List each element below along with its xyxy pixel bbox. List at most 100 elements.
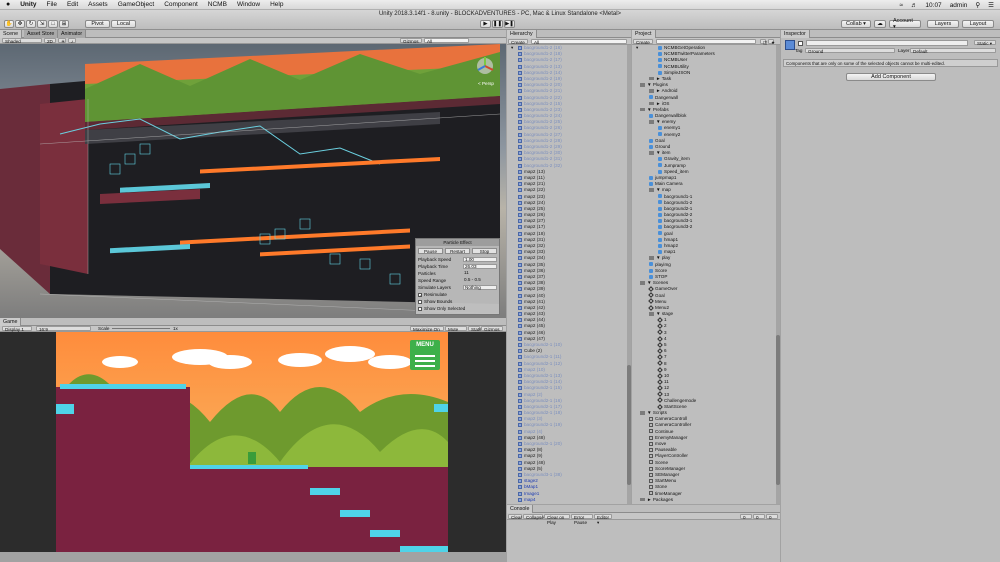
- project-row-label: ► Packages: [647, 496, 673, 502]
- pause-icon[interactable]: ❚❚: [492, 20, 503, 28]
- volume-icon[interactable]: ♬: [911, 2, 918, 9]
- error-count[interactable]: 0: [766, 514, 778, 520]
- apple-icon[interactable]: ●: [6, 1, 10, 8]
- menu-assets[interactable]: Assets: [88, 1, 108, 8]
- tab-animator[interactable]: Animator: [58, 30, 87, 38]
- menu-help[interactable]: Help: [270, 1, 283, 8]
- menu-button[interactable]: MENU: [410, 342, 440, 348]
- project-row-label: ► iOS: [656, 100, 670, 106]
- layout-dropdown[interactable]: Layout: [962, 20, 994, 28]
- tab-console[interactable]: Console: [507, 505, 534, 513]
- console-clear-button[interactable]: Clear: [508, 514, 522, 520]
- tab-asset-store[interactable]: Asset Store: [24, 30, 59, 38]
- scale-tool-icon[interactable]: ⇲: [37, 20, 47, 28]
- tab-game[interactable]: Game: [0, 318, 22, 326]
- pivot-button[interactable]: Pivot: [85, 20, 110, 28]
- audio-icon[interactable]: ♪: [68, 38, 76, 44]
- gameobject-icon: [518, 107, 522, 112]
- hierarchy-search-input[interactable]: All: [531, 39, 627, 45]
- resimulate-checkbox[interactable]: ✓: [418, 292, 422, 297]
- tab-scene[interactable]: Scene: [0, 30, 23, 38]
- prefab-icon: [649, 181, 653, 186]
- play-icon[interactable]: ▶: [480, 20, 491, 28]
- gameobject-icon: [518, 52, 522, 57]
- stats-toggle[interactable]: Stats: [468, 326, 481, 332]
- user-name[interactable]: admin: [950, 2, 968, 9]
- account-button[interactable]: Account ▾: [889, 18, 921, 30]
- collab-button[interactable]: Collab ▾: [841, 20, 871, 28]
- 2d-toggle[interactable]: 2D: [44, 38, 56, 44]
- shading-dropdown[interactable]: Shaded: [2, 38, 42, 44]
- tab-project[interactable]: Project: [632, 30, 656, 38]
- wifi-icon[interactable]: ≈: [899, 2, 903, 9]
- error-pause-toggle[interactable]: Error Pause: [571, 514, 593, 525]
- game-tabbar: Game: [0, 318, 506, 326]
- particle-pause-button[interactable]: Pause: [418, 248, 443, 254]
- warning-count[interactable]: 0: [753, 514, 765, 520]
- menu-app-name[interactable]: Unity: [20, 1, 36, 8]
- clear-on-play-toggle[interactable]: Clear on Play: [544, 514, 570, 525]
- log-count[interactable]: 0: [740, 514, 752, 520]
- static-dropdown[interactable]: Static ▾: [974, 40, 996, 46]
- add-component-button[interactable]: Add Component: [846, 73, 936, 81]
- project-row-label: Jumpramp: [664, 162, 686, 168]
- mute-audio-toggle[interactable]: Mute Audio: [445, 326, 467, 337]
- playback-speed-field[interactable]: 1.00: [463, 257, 497, 262]
- menu-component[interactable]: Component: [164, 1, 198, 8]
- hierarchy-scrollbar[interactable]: [627, 45, 631, 504]
- local-button[interactable]: Local: [111, 20, 136, 28]
- menu-edit[interactable]: Edit: [67, 1, 78, 8]
- particle-stop-button[interactable]: Stop: [472, 248, 497, 254]
- menu-window[interactable]: Window: [237, 1, 260, 8]
- particle-restart-button[interactable]: Restart: [445, 248, 470, 254]
- layers-dropdown[interactable]: Layers: [927, 20, 959, 28]
- cloud-icon[interactable]: ☁: [874, 20, 886, 28]
- project-row-label: Dangerwallblok: [655, 113, 687, 119]
- menu-list-icon[interactable]: ☰: [988, 1, 994, 9]
- maximize-on-play-toggle[interactable]: Maximize On Play: [410, 326, 444, 337]
- hierarchy-create-dropdown[interactable]: Create ▾: [508, 39, 528, 50]
- simulate-layers-dropdown[interactable]: Nothing: [463, 285, 497, 290]
- tab-hierarchy[interactable]: Hierarchy: [507, 30, 537, 38]
- show-bounds-checkbox[interactable]: [418, 299, 422, 304]
- game-gizmos-dropdown[interactable]: Gizmos ▾: [481, 326, 503, 337]
- display-dropdown[interactable]: Display 1: [2, 326, 32, 332]
- scene-icon: [657, 397, 663, 404]
- move-tool-icon[interactable]: ✥: [15, 20, 25, 28]
- aspect-dropdown[interactable]: 16:9: [36, 326, 91, 332]
- scale-slider[interactable]: [112, 328, 170, 329]
- star-icon[interactable]: ★: [768, 39, 775, 45]
- menu-file[interactable]: File: [46, 1, 56, 8]
- scene-search-input[interactable]: All: [424, 38, 469, 44]
- playback-time-field[interactable]: 26.03: [463, 264, 497, 269]
- tag-dropdown[interactable]: Ground: [805, 48, 895, 54]
- menu-gameobject[interactable]: GameObject: [118, 1, 155, 8]
- name-field[interactable]: [806, 40, 968, 46]
- show-only-selected-checkbox[interactable]: [418, 306, 422, 311]
- console-collapse-toggle[interactable]: Collapse: [523, 514, 544, 520]
- persp-label[interactable]: < Persp: [478, 81, 494, 86]
- project-search-input[interactable]: [656, 39, 756, 44]
- clock[interactable]: 10:07: [925, 2, 941, 9]
- search-icon[interactable]: ⚲: [975, 1, 980, 9]
- active-checkbox[interactable]: [798, 41, 803, 46]
- project-row[interactable]: ► Packages: [636, 497, 776, 503]
- lighting-icon[interactable]: ☀: [58, 38, 66, 44]
- project-scrollbar[interactable]: [776, 45, 780, 504]
- hierarchy-row-label: map2 (21): [524, 181, 545, 187]
- gameobject-icon: [518, 479, 522, 484]
- editor-dropdown[interactable]: Editor ▾: [594, 514, 612, 525]
- hierarchy-row[interactable]: tree: [507, 503, 627, 504]
- menu-ncmb[interactable]: NCMB: [208, 1, 227, 8]
- filter-icon[interactable]: ◫: [760, 39, 767, 45]
- tab-inspector[interactable]: Inspector: [781, 30, 810, 38]
- rect-tool-icon[interactable]: □: [48, 20, 58, 28]
- hand-tool-icon[interactable]: ✋: [4, 20, 14, 28]
- transform-tool-icon[interactable]: ⊞: [59, 20, 69, 28]
- rotate-tool-icon[interactable]: ↻: [26, 20, 36, 28]
- step-icon[interactable]: ▶❚: [504, 20, 515, 28]
- layer-dropdown[interactable]: Default: [910, 48, 996, 54]
- game-view[interactable]: MENU: [0, 332, 506, 552]
- gizmos-dropdown[interactable]: Gizmos ▾: [400, 38, 422, 49]
- project-create-dropdown[interactable]: Create ▾: [633, 39, 653, 50]
